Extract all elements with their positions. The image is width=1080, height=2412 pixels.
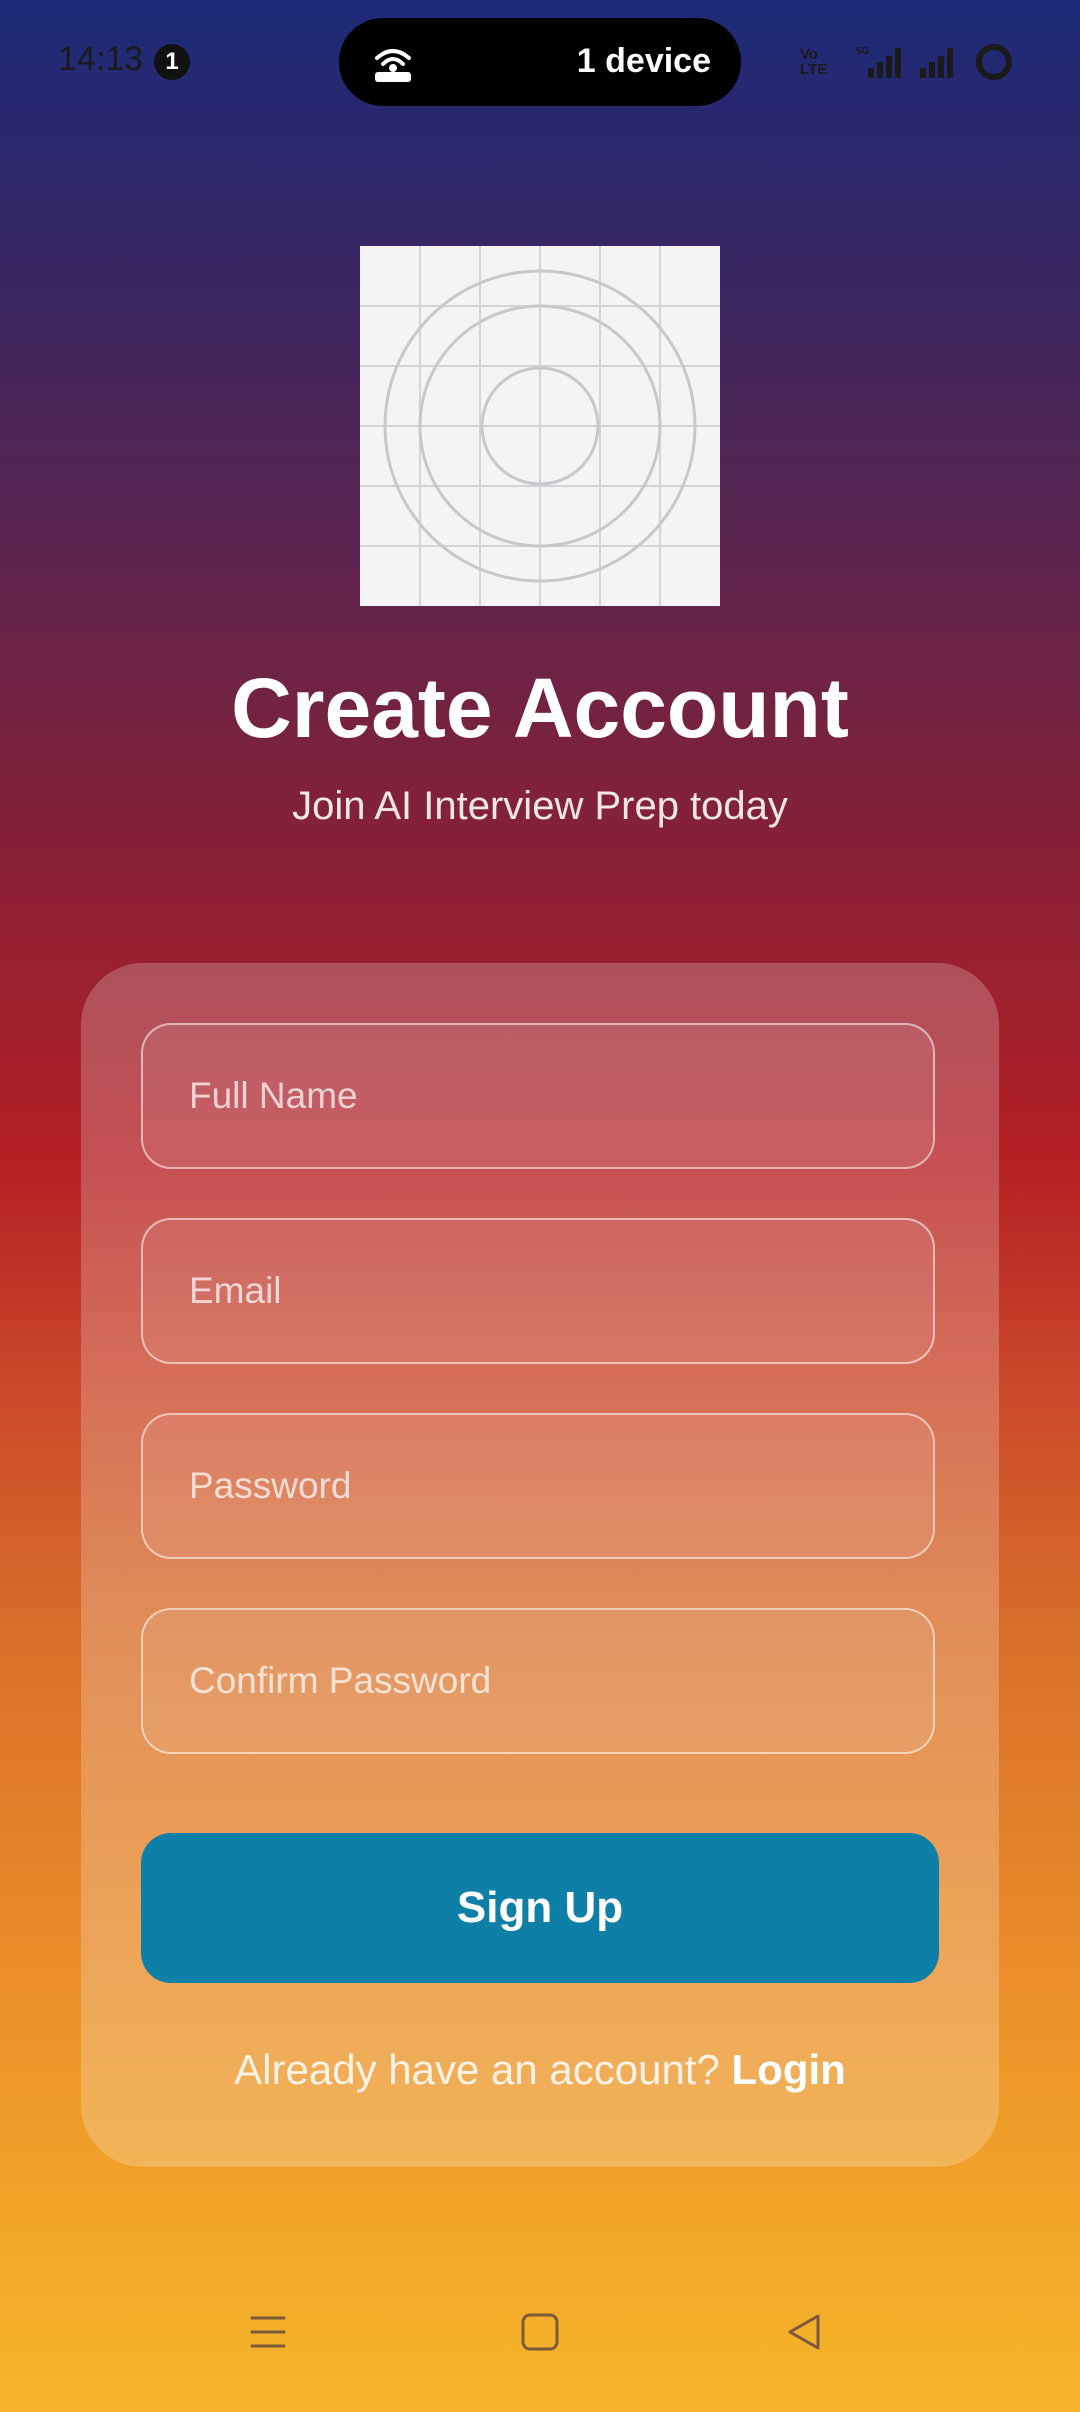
home-icon[interactable] xyxy=(518,2310,562,2354)
hotspot-icon xyxy=(375,49,411,82)
battery-ring-icon xyxy=(976,44,1012,80)
full-name-input[interactable] xyxy=(143,1025,933,1167)
signal-icon xyxy=(920,48,953,78)
full-name-field[interactable] xyxy=(141,1023,935,1169)
app-logo-placeholder-icon xyxy=(360,246,720,606)
signal-5g-icon: 5G xyxy=(856,46,901,78)
volte-label: Vo LTE xyxy=(800,46,828,78)
system-icons: Vo LTE 5G xyxy=(800,42,1014,82)
password-input[interactable] xyxy=(143,1415,933,1557)
login-prompt-row: Already have an account? Login xyxy=(81,2046,999,2094)
sign-up-button[interactable]: Sign Up xyxy=(141,1833,939,1983)
status-time: 14:13 xyxy=(58,40,144,78)
email-input[interactable] xyxy=(143,1220,933,1362)
password-field[interactable] xyxy=(141,1413,935,1559)
confirm-password-input[interactable] xyxy=(143,1610,933,1752)
notification-badge: 1 xyxy=(154,44,190,80)
signup-card: Sign Up Already have an account? Login xyxy=(81,963,999,2167)
hotspot-label: 1 device xyxy=(576,42,711,80)
confirm-password-field[interactable] xyxy=(141,1608,935,1754)
hotspot-pill[interactable]: 1 device xyxy=(339,18,741,106)
login-link[interactable]: Login xyxy=(732,2046,846,2093)
network-gen-label: 5G xyxy=(856,46,870,57)
menu-icon[interactable] xyxy=(246,2310,290,2354)
login-prompt-text: Already have an account? xyxy=(234,2046,720,2093)
email-field[interactable] xyxy=(141,1218,935,1364)
page-title: Create Account xyxy=(231,661,849,755)
back-icon[interactable] xyxy=(782,2310,826,2354)
page-subtitle: Join AI Interview Prep today xyxy=(292,784,788,828)
